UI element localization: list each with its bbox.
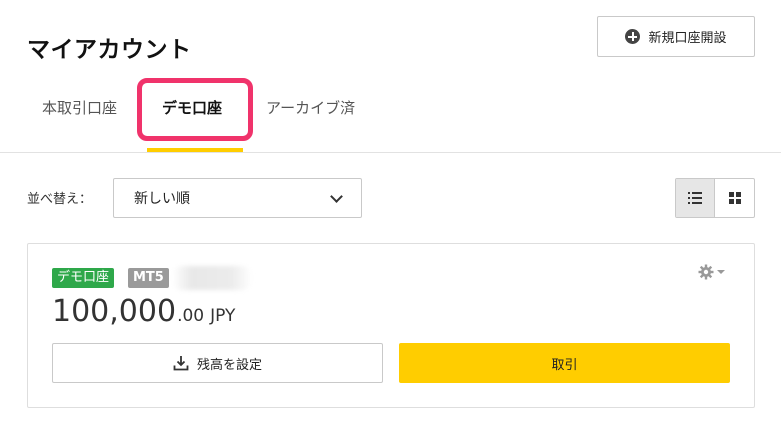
list-icon	[688, 192, 702, 204]
balance-integer: 100,000	[52, 294, 177, 329]
sort-selected-value: 新しい順	[134, 191, 190, 207]
view-toggle	[675, 178, 755, 218]
platform-badge: MT5	[128, 268, 169, 288]
redacted-account-number	[172, 266, 252, 290]
grid-view-button[interactable]	[715, 179, 754, 217]
gear-icon	[698, 264, 714, 280]
tab-archived[interactable]: アーカイブ済	[266, 97, 355, 118]
download-icon	[173, 356, 189, 371]
new-account-label: 新規口座開設	[648, 31, 727, 46]
list-view-button[interactable]	[676, 179, 716, 217]
account-card: デモ口座 MT5 100,000.00 JPY 残高を設定 取引	[27, 243, 755, 408]
balance-currency: JPY	[210, 306, 236, 326]
tab-real-accounts[interactable]: 本取引口座	[42, 97, 117, 118]
sort-label: 並べ替え：	[27, 192, 93, 207]
account-balance: 100,000.00 JPY	[52, 294, 235, 329]
chevron-down-icon	[330, 190, 343, 203]
grid-icon	[728, 192, 741, 204]
caret-down-icon	[717, 270, 725, 274]
divider	[0, 152, 781, 153]
new-account-button[interactable]: 新規口座開設	[597, 16, 755, 57]
account-settings-menu[interactable]	[698, 264, 725, 280]
set-balance-label: 残高を設定	[196, 357, 262, 373]
plus-circle-icon	[625, 29, 641, 44]
sort-dropdown[interactable]: 新しい順	[113, 178, 362, 218]
trade-label: 取引	[551, 357, 578, 373]
trade-button[interactable]: 取引	[399, 343, 730, 383]
page-title: マイアカウント	[27, 37, 192, 63]
tab-demo-accounts[interactable]: デモ口座	[162, 97, 222, 118]
balance-decimal: .00	[177, 306, 205, 326]
set-balance-button[interactable]: 残高を設定	[52, 343, 383, 383]
my-account-page: マイアカウント 新規口座開設 本取引口座 デモ口座 アーカイブ済 並べ替え： 新…	[0, 0, 781, 436]
account-type-badge: デモ口座	[52, 268, 115, 288]
